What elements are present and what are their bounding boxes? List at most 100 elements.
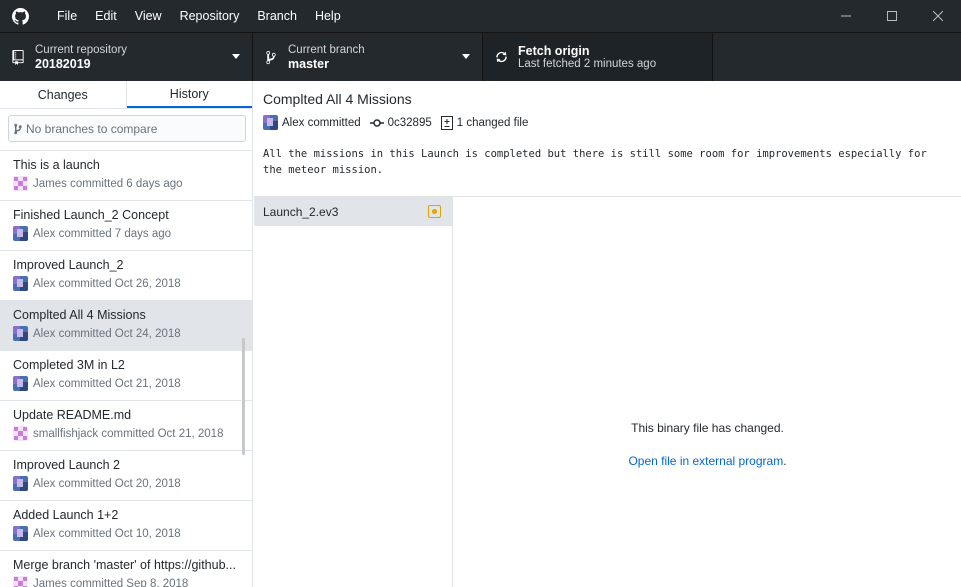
window-controls [823,0,961,32]
repo-label: Current repository [35,43,128,56]
current-branch-button[interactable]: Current branch master [253,33,483,81]
minimize-icon[interactable] [823,0,869,32]
commit-author-date: James committed Sep 8, 2018 [33,577,189,587]
commit-summary: Merge branch 'master' of https://github.… [13,558,236,572]
link-suffix: . [783,454,787,468]
avatar [13,276,28,291]
avatar [13,226,28,241]
avatar [13,576,28,587]
binary-file-message: This binary file has changed. [631,421,784,435]
repo-name: 20182019 [35,56,91,71]
commit-details: Complted All 4 Missions Alex committed 0… [254,81,961,587]
compare-placeholder: No branches to compare [26,121,158,136]
commit-author-date: Alex committed Oct 10, 2018 [33,527,181,540]
commit-summary: Improved Launch 2 [13,458,121,472]
commit-row[interactable]: Completed 3M in L2 Alex committed Oct 21,… [0,351,252,401]
commit-meta: Alex committed 0c32895 1 changed file [263,115,961,130]
repo-icon [5,49,31,65]
commit-sha[interactable]: 0c32895 [388,117,432,129]
branch-name: master [288,56,329,71]
commit-row[interactable]: Improved Launch 2 Alex committed Oct 20, … [0,451,252,501]
commit-icon [369,118,384,127]
commit-summary: Complted All 4 Missions [13,308,146,322]
close-icon[interactable] [915,0,961,32]
commit-summary: This is a launch [13,158,100,172]
menu-help[interactable]: Help [306,9,350,23]
menu-file[interactable]: File [48,9,86,23]
fetch-label: Fetch origin [518,44,590,58]
open-external-link-row: Open file in external program. [454,454,961,468]
branch-compare: No branches to compare [0,109,252,151]
changed-files-count: 1 changed file [456,116,529,129]
avatar [13,376,28,391]
commit-meta: Alex committed Oct 21, 2018 [13,376,252,391]
maximize-icon[interactable] [869,0,915,32]
diff-icon [440,115,453,130]
commit-meta: Alex committed Oct 10, 2018 [13,526,252,541]
commit-summary: Improved Launch_2 [13,258,124,272]
commit-author-date: Alex committed Oct 24, 2018 [33,327,181,340]
scrollbar[interactable] [242,338,245,455]
fetch-origin-button[interactable]: Fetch origin Last fetched 2 minutes ago [483,33,713,81]
compare-branch-input[interactable]: No branches to compare [8,115,246,142]
chevron-down-icon [462,54,470,59]
commit-summary: Finished Launch_2 Concept [13,208,169,222]
tab-history[interactable]: History [126,81,252,108]
commit-body: All the missions in this Launch is compl… [263,148,927,176]
toolbar: Current repository 20182019 Current bran… [0,32,961,81]
menu-branch[interactable]: Branch [248,9,306,23]
commit-author-date: James committed 6 days ago [33,177,183,190]
open-external-link[interactable]: Open file in external program [628,454,783,468]
github-logo-icon [10,6,30,26]
avatar [13,326,28,341]
avatar [13,176,28,191]
commit-author-date: Alex committed Oct 20, 2018 [33,477,181,490]
avatar [263,115,278,130]
menu-repository[interactable]: Repository [171,9,249,23]
file-name: Launch_2.ev3 [263,204,339,219]
chevron-down-icon [232,54,240,59]
commit-meta: Alex committed Oct 26, 2018 [13,276,252,291]
sidebar-tabs: Changes History [0,81,252,109]
branch-label: Current branch [288,43,365,56]
commit-meta: James committed Sep 8, 2018 [13,576,252,587]
changed-files-list: Launch_2.ev3 [254,197,453,587]
tab-changes[interactable]: Changes [0,81,127,108]
sync-icon [488,50,514,64]
commit-author-date: Alex committed Oct 21, 2018 [33,377,181,390]
menu-edit[interactable]: Edit [86,9,126,23]
sidebar: Changes History No branches to compare T… [0,81,253,587]
commit-meta: Alex committed 7 days ago [13,226,252,241]
commit-author: Alex committed [282,116,361,129]
commit-row[interactable]: Finished Launch_2 Concept Alex committed … [0,201,252,251]
file-item[interactable]: Launch_2.ev3 [254,197,452,226]
commit-row[interactable]: Merge branch 'master' of https://github.… [0,551,252,587]
last-fetched: Last fetched 2 minutes ago [518,58,657,70]
commit-row[interactable]: This is a launch James committed 6 days a… [0,151,252,201]
commit-row[interactable]: Added Launch 1+2 Alex committed Oct 10, 2… [0,501,252,551]
commit-summary: Completed 3M in L2 [13,358,125,372]
avatar [13,426,28,441]
commit-author-date: Alex committed 7 days ago [33,227,172,240]
commit-summary: Update README.md [13,408,132,422]
branch-icon [14,123,22,134]
commit-meta: Alex committed Oct 20, 2018 [13,476,252,491]
commit-meta: James committed 6 days ago [13,176,252,191]
current-repository-button[interactable]: Current repository 20182019 [0,33,253,81]
title-bar: File Edit View Repository Branch Help [0,0,961,32]
commit-header: Complted All 4 Missions Alex committed 0… [254,81,961,197]
avatar [13,526,28,541]
commit-author-date: smallfishjack committed Oct 21, 2018 [33,427,224,440]
diff-view: This binary file has changed. Open file … [454,197,961,587]
commit-summary: Added Launch 1+2 [13,508,119,522]
commit-list: This is a launch James committed 6 days a… [0,151,252,587]
commit-row[interactable]: Complted All 4 Missions Alex committed Oc… [0,301,252,351]
menu-view[interactable]: View [126,9,171,23]
branch-icon [258,50,284,65]
commit-row[interactable]: Update README.md smallfishjack committed … [0,401,252,451]
menu-bar: File Edit View Repository Branch Help [48,9,350,23]
modified-icon [428,205,441,218]
commit-row[interactable]: Improved Launch_2 Alex committed Oct 26, … [0,251,252,301]
avatar [13,476,28,491]
commit-meta: smallfishjack committed Oct 21, 2018 [13,426,252,441]
